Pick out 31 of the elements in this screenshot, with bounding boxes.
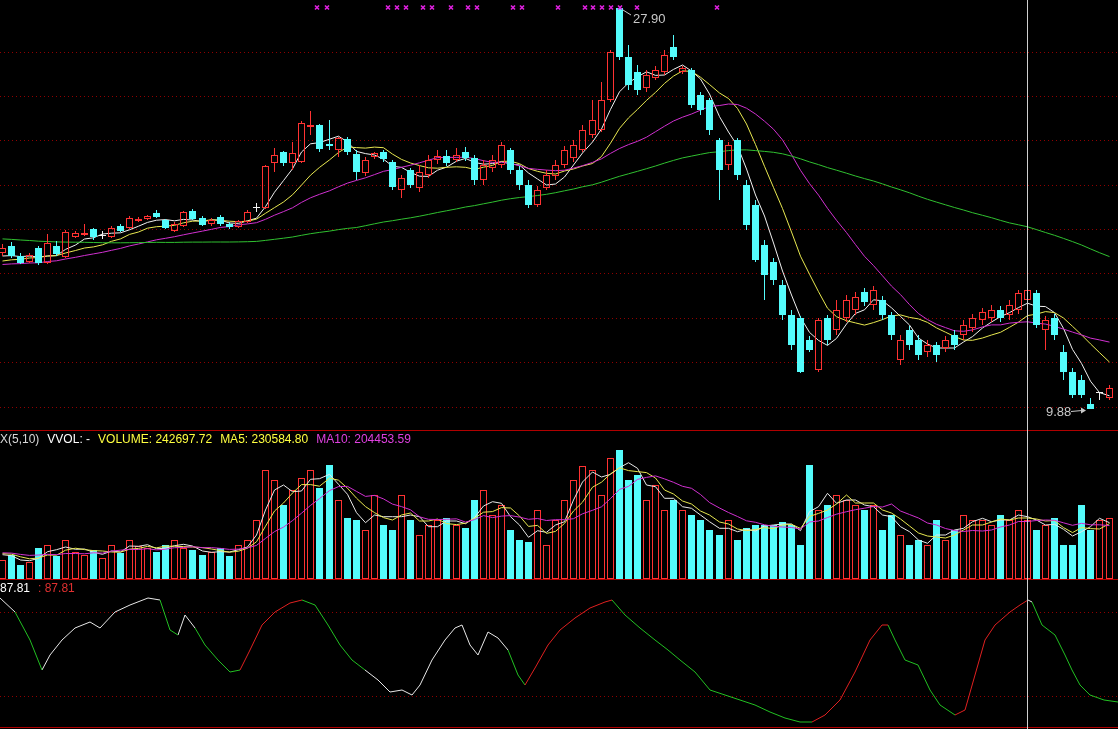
legend-value: MA10: 204453.59 — [316, 431, 411, 447]
legend-value: X(5,10) — [0, 431, 40, 447]
high-price-label: 27.90 — [633, 11, 666, 26]
cross-marker-icon — [429, 4, 435, 11]
cross-marker-icon — [599, 4, 605, 11]
cross-marker-icon — [634, 4, 640, 11]
legend-value: VVOL: - — [47, 431, 91, 447]
leader-arrow — [1070, 407, 1086, 414]
legend-value: 87.81 — [0, 580, 31, 596]
legend-value: MA5: 230584.80 — [220, 431, 309, 447]
cross-marker-icon — [617, 4, 623, 11]
cross-marker-icon — [465, 4, 471, 11]
cross-marker-icon — [324, 4, 330, 11]
legend-value: : 87.81 — [38, 580, 75, 596]
cross-marker-icon — [474, 4, 480, 11]
cross-marker-icon — [590, 4, 596, 11]
cross-marker-icon — [714, 4, 720, 11]
cross-marker-icon — [314, 4, 320, 11]
cross-marker-icon — [448, 4, 454, 11]
cross-marker-icon — [510, 4, 516, 11]
cross-marker-icon — [519, 4, 525, 11]
cross-marker-icon — [394, 4, 400, 11]
cross-marker-icon — [403, 4, 409, 11]
low-price-label: 9.88 — [1046, 404, 1072, 419]
cross-marker-icon — [555, 4, 561, 11]
cross-marker-icon — [582, 4, 588, 11]
cross-marker-icon — [385, 4, 391, 11]
cross-marker-icon — [608, 4, 614, 11]
leader-line — [622, 9, 632, 16]
legend-value: VOLUME: 242697.72 — [98, 431, 213, 447]
cross-marker-icon — [420, 4, 426, 11]
